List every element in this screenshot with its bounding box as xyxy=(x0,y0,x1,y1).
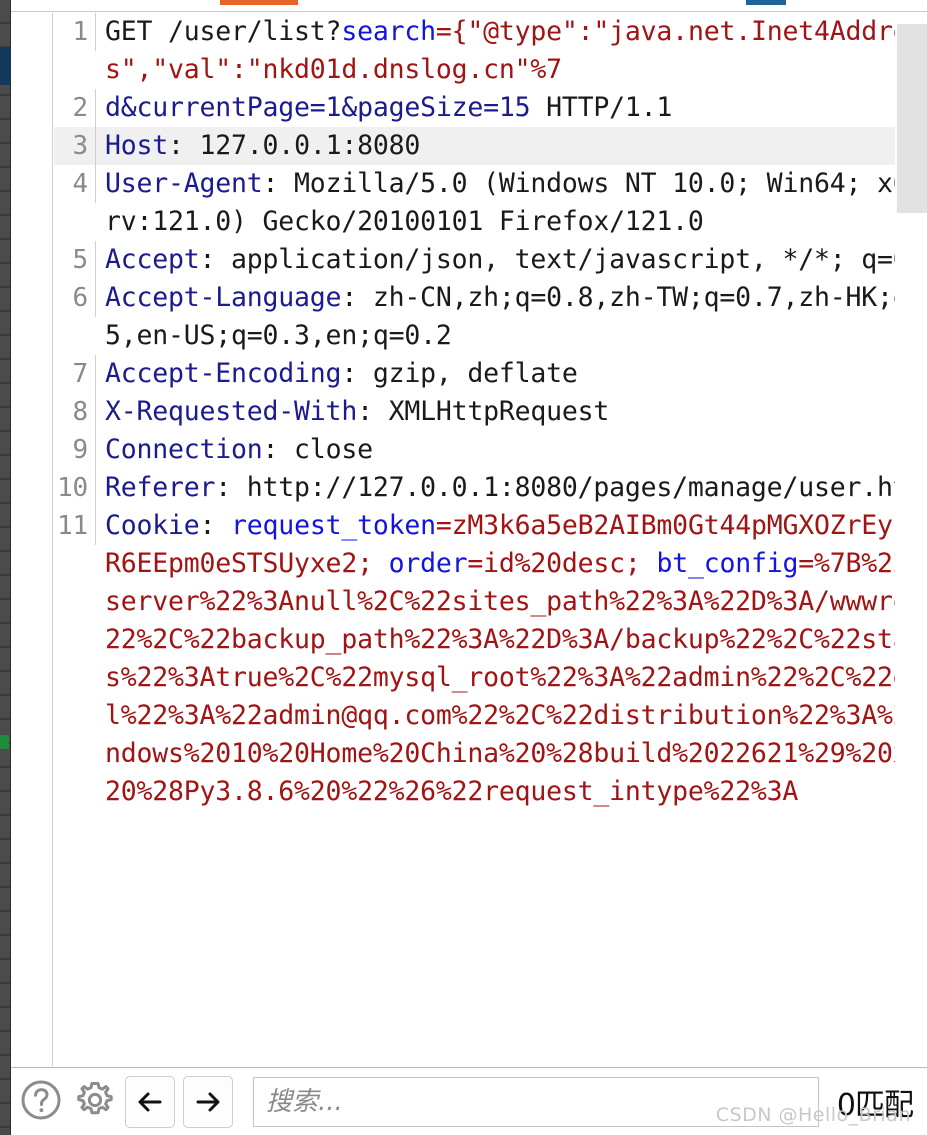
line-number: 4 xyxy=(54,165,96,203)
line-number: 3 xyxy=(54,127,96,165)
line-number: 5 xyxy=(54,241,96,279)
line-content[interactable]: Connection: close xyxy=(96,431,927,469)
vertical-scrollbar-track[interactable] xyxy=(895,13,927,1066)
code-token: = xyxy=(435,510,452,541)
code-token: = xyxy=(467,548,484,579)
vertical-scrollbar-thumb[interactable] xyxy=(897,23,927,214)
line-content[interactable]: Accept-Encoding: gzip, deflate xyxy=(96,355,927,393)
arrow-right-icon xyxy=(191,1085,225,1119)
code-token: X-Requested-With xyxy=(105,396,358,427)
line-number: 6 xyxy=(54,279,96,317)
code-area[interactable]: 1 GET /user/list?search={"@type":"java.ne… xyxy=(54,13,927,1066)
code-token: : xyxy=(199,510,232,541)
code-token: request_token xyxy=(231,510,436,541)
code-token: HTTP/1.1 xyxy=(530,92,673,123)
previous-match-button[interactable] xyxy=(125,1075,175,1128)
code-token: Accept-Encoding xyxy=(105,358,342,389)
code-line: 6 Accept-Language: zh-CN,zh;q=0.8,zh-TW;q… xyxy=(54,279,927,355)
code-token: = xyxy=(798,548,815,579)
left-edge-blue-marker xyxy=(0,47,11,85)
code-token: Cookie xyxy=(105,510,200,541)
left-edge-tickmarks xyxy=(0,0,11,1135)
code-token: : application/json, text/javascript, */*… xyxy=(199,244,927,275)
code-token: GET /user/list? xyxy=(105,16,342,47)
code-line: 10 Referer: http://127.0.0.1:8080/pages/m… xyxy=(54,469,927,507)
code-line: 5 Accept: application/json, text/javascri… xyxy=(54,241,927,279)
search-toolbar: 0匹配 xyxy=(11,1067,927,1135)
code-token: : gzip, deflate xyxy=(341,358,578,389)
line-content[interactable]: X-Requested-With: XMLHttpRequest xyxy=(96,393,927,431)
line-number: 9 xyxy=(54,431,96,469)
search-input[interactable] xyxy=(253,1076,819,1127)
line-content[interactable]: Referer: http://127.0.0.1:8080/pages/man… xyxy=(96,469,927,507)
arrow-left-icon xyxy=(133,1085,167,1119)
line-number: 11 xyxy=(54,507,96,545)
code-token: Accept-Language xyxy=(105,282,342,313)
code-token: User-Agent xyxy=(105,168,263,199)
line-number: 10 xyxy=(54,469,96,507)
tab-indicator-request[interactable] xyxy=(220,0,298,5)
code-token: bt_config xyxy=(656,548,799,579)
code-token: Referer xyxy=(105,472,216,503)
match-count-label: 0匹配 xyxy=(836,1087,914,1123)
code-token: order xyxy=(388,548,468,579)
http-request-viewer: 1 GET /user/list?search={"@type":"java.ne… xyxy=(0,0,927,1135)
line-content[interactable]: Host: 127.0.0.1:8080 xyxy=(96,127,927,165)
code-token: Host xyxy=(105,130,169,161)
code-token: Accept xyxy=(105,244,200,275)
request-editor[interactable]: 1 GET /user/list?search={"@type":"java.ne… xyxy=(11,13,927,1066)
code-token: id%20desc; xyxy=(483,548,657,579)
left-edge-green-marker xyxy=(0,735,9,749)
code-token: : XMLHttpRequest xyxy=(357,396,610,427)
tab-indicator-response[interactable] xyxy=(746,0,786,5)
line-content[interactable]: Cookie: request_token=zM3k6a5eB2AIBm0Gt4… xyxy=(96,507,927,811)
line-number: 8 xyxy=(54,393,96,431)
gear-icon xyxy=(72,1077,118,1126)
code-token: search xyxy=(341,16,436,47)
code-line: 4 User-Agent: Mozilla/5.0 (Windows NT 10.… xyxy=(54,165,927,241)
line-number-gutter xyxy=(11,13,53,1066)
window-left-edge xyxy=(0,0,11,1135)
code-token: = xyxy=(435,16,452,47)
code-token: Connection xyxy=(105,434,263,465)
code-line: 2 d&currentPage=1&pageSize=15 HTTP/1.1 xyxy=(54,89,927,127)
line-content[interactable]: Accept-Language: zh-CN,zh;q=0.8,zh-TW;q=… xyxy=(96,279,927,355)
help-button[interactable] xyxy=(17,1078,65,1126)
question-circle-icon xyxy=(19,1078,63,1125)
code-line: 11 Cookie: request_token=zM3k6a5eB2AIBm0G… xyxy=(54,507,927,811)
code-rows: 1 GET /user/list?search={"@type":"java.ne… xyxy=(54,13,927,811)
search-field-wrapper xyxy=(253,1076,819,1127)
line-content[interactable]: User-Agent: Mozilla/5.0 (Windows NT 10.0… xyxy=(96,165,927,241)
tab-strip xyxy=(11,0,927,12)
code-line: 8 X-Requested-With: XMLHttpRequest xyxy=(54,393,927,431)
line-number: 1 xyxy=(54,13,96,51)
line-number: 2 xyxy=(54,89,96,127)
code-token: : 127.0.0.1:8080 xyxy=(168,130,421,161)
next-match-button[interactable] xyxy=(183,1075,233,1128)
line-content[interactable]: Accept: application/json, text/javascrip… xyxy=(96,241,927,279)
code-line: 3 Host: 127.0.0.1:8080 xyxy=(54,127,927,165)
code-token: : close xyxy=(262,434,373,465)
code-token: : http://127.0.0.1:8080/pages/manage/use… xyxy=(215,472,927,503)
code-token: d&currentPage=1&pageSize=15 xyxy=(105,92,531,123)
code-line: 9 Connection: close xyxy=(54,431,927,469)
line-content[interactable]: d&currentPage=1&pageSize=15 HTTP/1.1 xyxy=(96,89,927,127)
code-token: %7B%22webserver%22%3Anull%2C%22sites_pat… xyxy=(105,548,927,807)
code-line: 7 Accept-Encoding: gzip, deflate xyxy=(54,355,927,393)
line-content[interactable]: GET /user/list?search={"@type":"java.net… xyxy=(96,13,927,89)
code-line: 1 GET /user/list?search={"@type":"java.ne… xyxy=(54,13,927,89)
line-number: 7 xyxy=(54,355,96,393)
settings-button[interactable] xyxy=(71,1078,119,1126)
